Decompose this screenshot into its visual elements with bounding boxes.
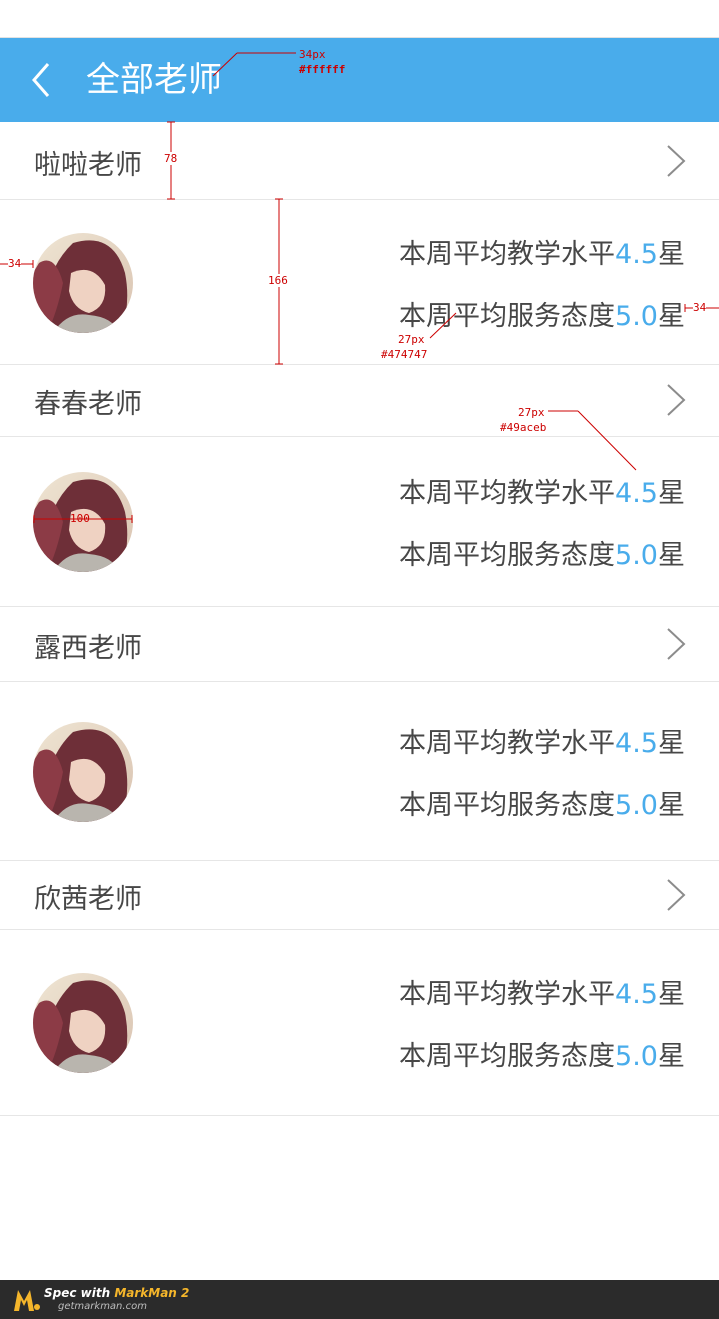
footer-line-1: Spec with MarkMan 2 — [44, 1286, 190, 1300]
spec-text-size: 27px — [398, 333, 425, 346]
spec-title-color: #ffffff — [299, 63, 346, 76]
markman-footer: Spec with MarkMan 2 getmarkman.com — [0, 1280, 719, 1319]
spec-text-color: #474747 — [381, 348, 428, 361]
spec-accent-size: 27px — [518, 406, 545, 419]
spec-accent-color: #49aceb — [500, 421, 547, 434]
footer-line-2: getmarkman.com — [58, 1301, 147, 1312]
spec-avatar-size: 100 — [70, 512, 90, 525]
markman-logo-icon — [14, 1290, 40, 1311]
spec-row-height: 78 — [164, 152, 178, 165]
spec-margin-right: 34 — [693, 301, 707, 314]
spec-lines — [0, 52, 719, 523]
spec-body-height: 166 — [268, 274, 288, 287]
spec-margin-left: 34 — [8, 257, 22, 270]
spec-title-size: 34px — [299, 48, 326, 61]
